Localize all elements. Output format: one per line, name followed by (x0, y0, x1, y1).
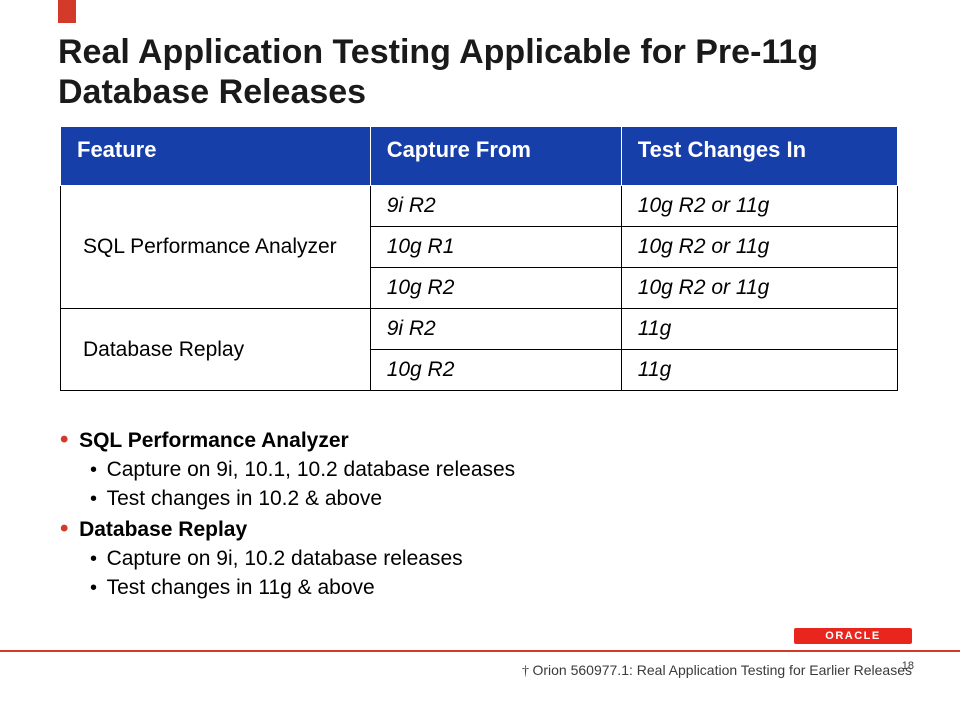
col-feature: Feature (61, 127, 371, 186)
cell-test: 10g R2 or 11g (621, 227, 897, 268)
table-header-row: Feature Capture From Test Changes In (61, 127, 898, 186)
cell-test: 11g (621, 309, 897, 350)
bullet-dbr-test: Test changes in 11g & above (60, 574, 515, 602)
cell-capture: 10g R1 (370, 227, 621, 268)
page-number: 18 (902, 660, 914, 672)
cell-capture: 9i R2 (370, 186, 621, 227)
feature-table: Feature Capture From Test Changes In SQL… (60, 126, 898, 391)
bullet-dbr: Database Replay (60, 513, 515, 545)
table-row: Database Replay 9i R2 11g (61, 309, 898, 350)
accent-bar (58, 0, 76, 23)
footer-dagger: † (522, 664, 533, 679)
cell-feature-dbr: Database Replay (61, 309, 371, 391)
cell-capture: 10g R2 (370, 268, 621, 309)
page-title: Real Application Testing Applicable for … (58, 32, 878, 112)
bullet-dbr-capture: Capture on 9i, 10.2 database releases (60, 545, 515, 573)
bullet-spa: SQL Performance Analyzer (60, 424, 515, 456)
cell-test: 11g (621, 350, 897, 391)
oracle-logo-text: ORACLE (825, 630, 880, 642)
oracle-logo: ORACLE (794, 628, 912, 644)
cell-capture: 9i R2 (370, 309, 621, 350)
cell-test: 10g R2 or 11g (621, 268, 897, 309)
footer-divider (0, 650, 960, 652)
col-test: Test Changes In (621, 127, 897, 186)
bullet-spa-capture: Capture on 9i, 10.1, 10.2 database relea… (60, 456, 515, 484)
cell-test: 10g R2 or 11g (621, 186, 897, 227)
cell-feature-spa: SQL Performance Analyzer (61, 186, 371, 309)
cell-capture: 10g R2 (370, 350, 621, 391)
col-capture: Capture From (370, 127, 621, 186)
bullet-spa-test: Test changes in 10.2 & above (60, 485, 515, 513)
footer-text: Orion 560977.1: Real Application Testing… (532, 662, 912, 678)
footer-note: † Orion 560977.1: Real Application Testi… (522, 662, 912, 680)
table-row: SQL Performance Analyzer 9i R2 10g R2 or… (61, 186, 898, 227)
bullet-list: SQL Performance Analyzer Capture on 9i, … (60, 424, 515, 602)
